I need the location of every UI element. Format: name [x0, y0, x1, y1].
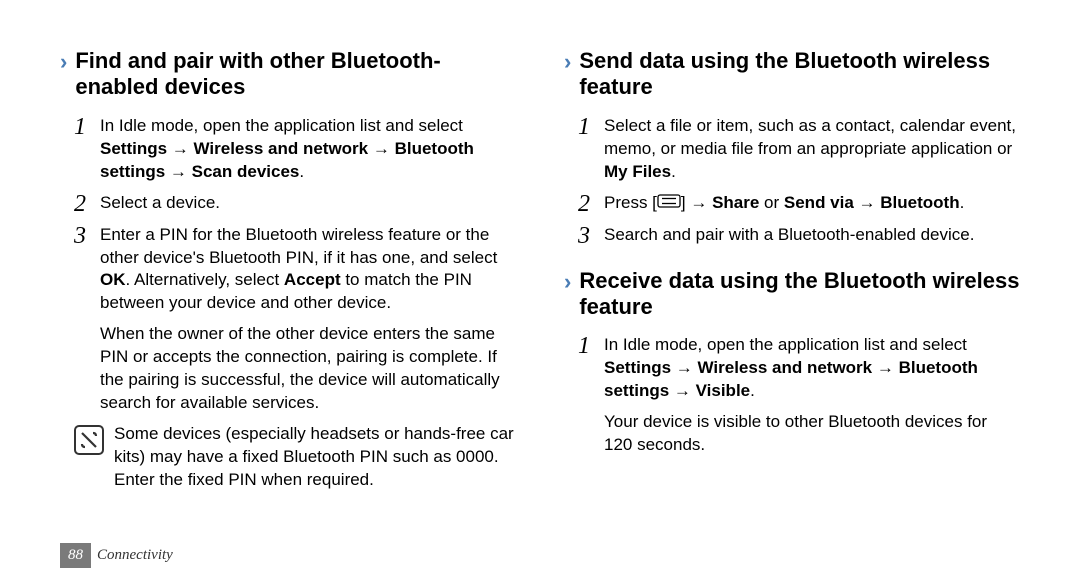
sendvia-label: Send via — [784, 193, 854, 212]
chevron-icon: › — [564, 50, 571, 74]
t: Enter a PIN for the Bluetooth wireless f… — [100, 225, 497, 267]
r1-step-2: 2 Press [ ] → Share or Send via → Bluetoo… — [578, 192, 1020, 216]
heading-text: Find and pair with other Bluetooth-enabl… — [75, 48, 516, 101]
accept-label: Accept — [284, 270, 341, 289]
step-number: 1 — [578, 334, 604, 358]
heading-text: Send data using the Bluetooth wireless f… — [579, 48, 1020, 101]
t: . — [960, 193, 965, 212]
left-column: › Find and pair with other Bluetooth-ena… — [60, 48, 516, 492]
share-label: Share — [712, 193, 759, 212]
ok-label: OK — [100, 270, 126, 289]
r1-step-1: 1 Select a file or item, such as a conta… — [578, 115, 1020, 184]
step-text-end: . — [299, 162, 304, 181]
step-number: 1 — [578, 115, 604, 139]
t: Select a file or item, such as a contact… — [604, 116, 1016, 158]
menu-key-icon — [657, 192, 681, 215]
chevron-icon: › — [60, 50, 67, 74]
note-block: Some devices (especially headsets or han… — [74, 423, 516, 492]
step-body: Select a device. — [100, 192, 220, 215]
bluetooth-label: Bluetooth — [880, 193, 959, 212]
step-2: 2 Select a device. — [74, 192, 516, 216]
section-heading-pair: › Find and pair with other Bluetooth-ena… — [60, 48, 516, 101]
page-footer: 88 Connectivity — [60, 543, 173, 568]
t: . — [750, 381, 755, 400]
r2-step-1-continuation: Your device is visible to other Bluetoot… — [604, 411, 1020, 457]
t: → — [854, 193, 880, 212]
page-columns: › Find and pair with other Bluetooth-ena… — [60, 48, 1020, 492]
t: ] → — [681, 193, 712, 212]
chevron-icon: › — [564, 270, 571, 294]
step-3-continuation: When the owner of the other device enter… — [100, 323, 516, 415]
section-heading-send: › Send data using the Bluetooth wireless… — [564, 48, 1020, 101]
step-body: In Idle mode, open the application list … — [100, 115, 516, 184]
t: or — [759, 193, 784, 212]
step-number: 1 — [74, 115, 100, 139]
path-label: Settings → Wireless and network → Blueto… — [604, 358, 978, 400]
step-body: Press [ ] → Share or Send via → Bluetooth… — [604, 192, 964, 215]
step-body: Search and pair with a Bluetooth-enabled… — [604, 224, 974, 247]
r1-step-3: 3 Search and pair with a Bluetooth-enabl… — [578, 224, 1020, 248]
t: . Alternatively, select — [126, 270, 284, 289]
t: In Idle mode, open the application list … — [604, 335, 967, 354]
step-number: 3 — [74, 224, 100, 248]
section-name: Connectivity — [97, 547, 173, 564]
note-text: Some devices (especially headsets or han… — [114, 423, 516, 492]
step-number: 3 — [578, 224, 604, 248]
step-text: In Idle mode, open the application list … — [100, 116, 463, 135]
step-number: 2 — [578, 192, 604, 216]
r2-step-1: 1 In Idle mode, open the application lis… — [578, 334, 1020, 403]
step-body: Enter a PIN for the Bluetooth wireless f… — [100, 224, 516, 316]
step-body: In Idle mode, open the application list … — [604, 334, 1020, 403]
step-number: 2 — [74, 192, 100, 216]
right-column: › Send data using the Bluetooth wireless… — [564, 48, 1020, 492]
t: . — [671, 162, 676, 181]
note-icon — [74, 425, 104, 455]
myfiles-label: My Files — [604, 162, 671, 181]
step-body: Select a file or item, such as a contact… — [604, 115, 1020, 184]
step-1: 1 In Idle mode, open the application lis… — [74, 115, 516, 184]
step-3: 3 Enter a PIN for the Bluetooth wireless… — [74, 224, 516, 316]
section-heading-receive: › Receive data using the Bluetooth wirel… — [564, 268, 1020, 321]
page-number-badge: 88 — [60, 543, 91, 568]
step-path: Settings → Wireless and network → Blueto… — [100, 139, 474, 181]
heading-text: Receive data using the Bluetooth wireles… — [579, 268, 1020, 321]
t: Press [ — [604, 193, 657, 212]
